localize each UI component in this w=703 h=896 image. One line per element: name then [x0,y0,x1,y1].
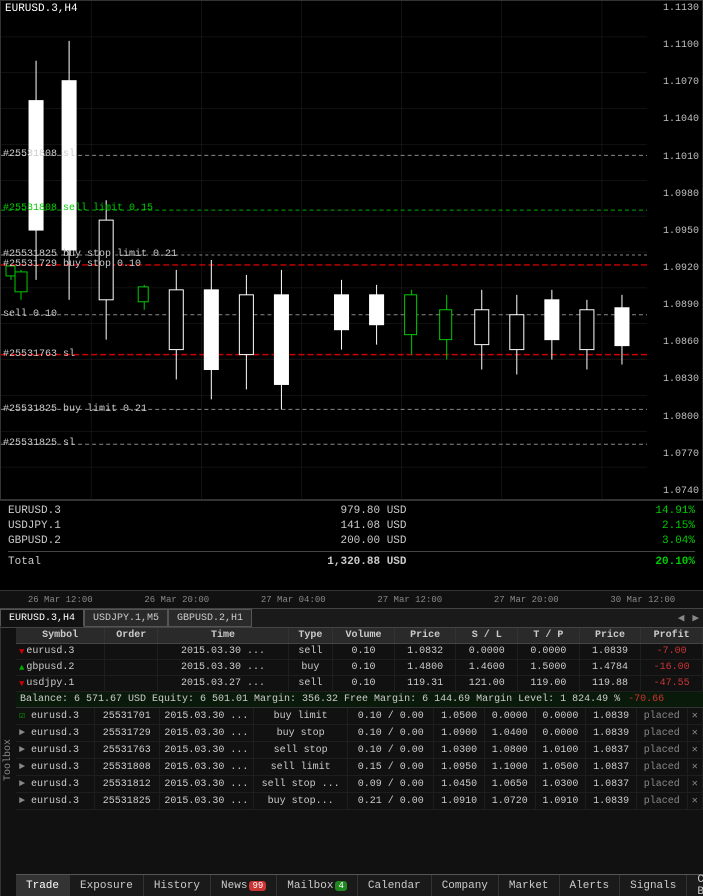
tab-trade[interactable]: Trade [16,875,70,896]
pending-row: ☑ eurusd.3 25531701 2015.03.30 ... buy l… [16,708,703,725]
tab-mailbox[interactable]: Mailbox4 [277,875,358,896]
sell-icon-2: ▼ [19,679,24,689]
bottom-tabs: Trade Exposure History News99 Mailbox4 C… [16,874,703,896]
tab-codebase[interactable]: Code Base [687,875,703,896]
pending-row: ► eurusd.3 25531812 2015.03.30 ... sell … [16,776,703,793]
trade-table-header: Symbol Order Time Type Volume Price S / … [16,628,703,644]
tab-exposure[interactable]: Exposure [70,875,144,896]
check-icon: ☑ [19,711,25,722]
col-order[interactable]: Order [105,628,158,644]
price-axis: 1.1130 1.1100 1.1070 1.1040 1.1010 1.098… [648,1,702,499]
col-tp[interactable]: T / P [518,628,580,644]
pending-row: ► eurusd.3 25531808 2015.03.30 ... sell … [16,759,703,776]
close-pending-0[interactable]: ✕ [692,711,698,722]
col-close-price[interactable]: Price [579,628,641,644]
summary-row-gbpusd: GBPUSD.2 200.00 USD 3.04% [8,535,695,547]
col-symbol[interactable]: Symbol [16,628,105,644]
chart-tab-2[interactable]: GBPUSD.2,H1 [168,609,252,627]
toolbox: Toolbox [0,628,16,896]
pending-row: ► eurusd.3 25531825 2015.03.30 ... buy s… [16,793,703,810]
summary-panel: EURUSD.3 979.80 USD 14.91% USDJPY.1 141.… [0,500,703,590]
table-row: ▼usdjpy.1 2015.03.27 ... sell 0.10 119.3… [16,676,703,692]
tab-history[interactable]: History [144,875,211,896]
table-row: ▲gbpusd.2 2015.03.30 ... buy 0.10 1.4800… [16,660,703,676]
order-label-buylimit: #25531825 buy limit 0.21 [3,404,147,415]
toolbox-label: Toolbox [3,739,14,781]
chart-tab-next[interactable]: ▶ [688,611,703,625]
close-pending-1[interactable]: ✕ [692,728,698,739]
col-type[interactable]: Type [288,628,332,644]
arrow-icon-4: ► [19,779,25,790]
table-row: ▼eurusd.3 2015.03.30 ... sell 0.10 1.083… [16,644,703,660]
buy-icon: ▲ [19,663,24,673]
balance-row: Balance: 6 571.67 USD Equity: 6 501.01 M… [16,692,703,708]
mailbox-badge: 4 [335,881,346,891]
col-profit[interactable]: Profit [641,628,703,644]
arrow-icon-5: ► [19,796,25,807]
close-pending-4[interactable]: ✕ [692,779,698,790]
tab-company[interactable]: Company [432,875,499,896]
sell-icon: ▼ [19,647,24,657]
tab-signals[interactable]: Signals [620,875,687,896]
chart-area: EURUSD.3,H4 [0,0,703,500]
time-axis: 26 Mar 12:00 26 Mar 20:00 27 Mar 04:00 2… [0,590,703,608]
tab-news[interactable]: News99 [211,875,277,896]
chart-title: EURUSD.3,H4 [5,3,78,15]
col-time[interactable]: Time [158,628,288,644]
order-label-sell: sell 0.10 [3,309,57,320]
chart-tab-1[interactable]: USDJPY.1,M5 [84,609,168,627]
order-label-sl-2: #25531763 sl [3,349,75,360]
trade-table-area: Symbol Order Time Type Volume Price S / … [16,628,703,874]
arrow-icon-3: ► [19,762,25,773]
pending-row: ► eurusd.3 25531763 2015.03.30 ... sell … [16,742,703,759]
col-price[interactable]: Price [394,628,456,644]
order-label-sl-1: #25531808 sl [3,149,75,160]
tab-market[interactable]: Market [499,875,560,896]
summary-total-row: Total 1,320.88 USD 20.10% [8,556,695,568]
pending-row: ► eurusd.3 25531729 2015.03.30 ... buy s… [16,725,703,742]
chart-tabs: EURUSD.3,H4 USDJPY.1,M5 GBPUSD.2,H1 ◀ ▶ [0,608,703,628]
close-pending-5[interactable]: ✕ [692,796,698,807]
col-volume[interactable]: Volume [333,628,395,644]
pending-table: ☑ eurusd.3 25531701 2015.03.30 ... buy l… [16,708,703,810]
chart-tab-0[interactable]: EURUSD.3,H4 [0,609,84,627]
order-label-selllimit: #25531808 sell limit 0.15 [3,203,153,214]
arrow-icon-1: ► [19,728,25,739]
chart-tab-prev[interactable]: ◀ [674,611,689,625]
col-sl[interactable]: S / L [456,628,518,644]
news-badge: 99 [249,881,266,891]
tab-calendar[interactable]: Calendar [358,875,432,896]
trade-table: Symbol Order Time Type Volume Price S / … [16,628,703,692]
summary-row-usdjpy: USDJPY.1 141.08 USD 2.15% [8,520,695,532]
order-label-buystop: #25531729 buy stop 0.10 [3,259,141,270]
order-label-sl-3: #25531825 sl [3,438,75,449]
close-pending-3[interactable]: ✕ [692,762,698,773]
chart-tab-scroll: ◀ ▶ [674,611,703,625]
close-pending-2[interactable]: ✕ [692,745,698,756]
summary-row-eurusd: EURUSD.3 979.80 USD 14.91% [8,505,695,517]
arrow-icon-2: ► [19,745,25,756]
tab-alerts[interactable]: Alerts [560,875,621,896]
